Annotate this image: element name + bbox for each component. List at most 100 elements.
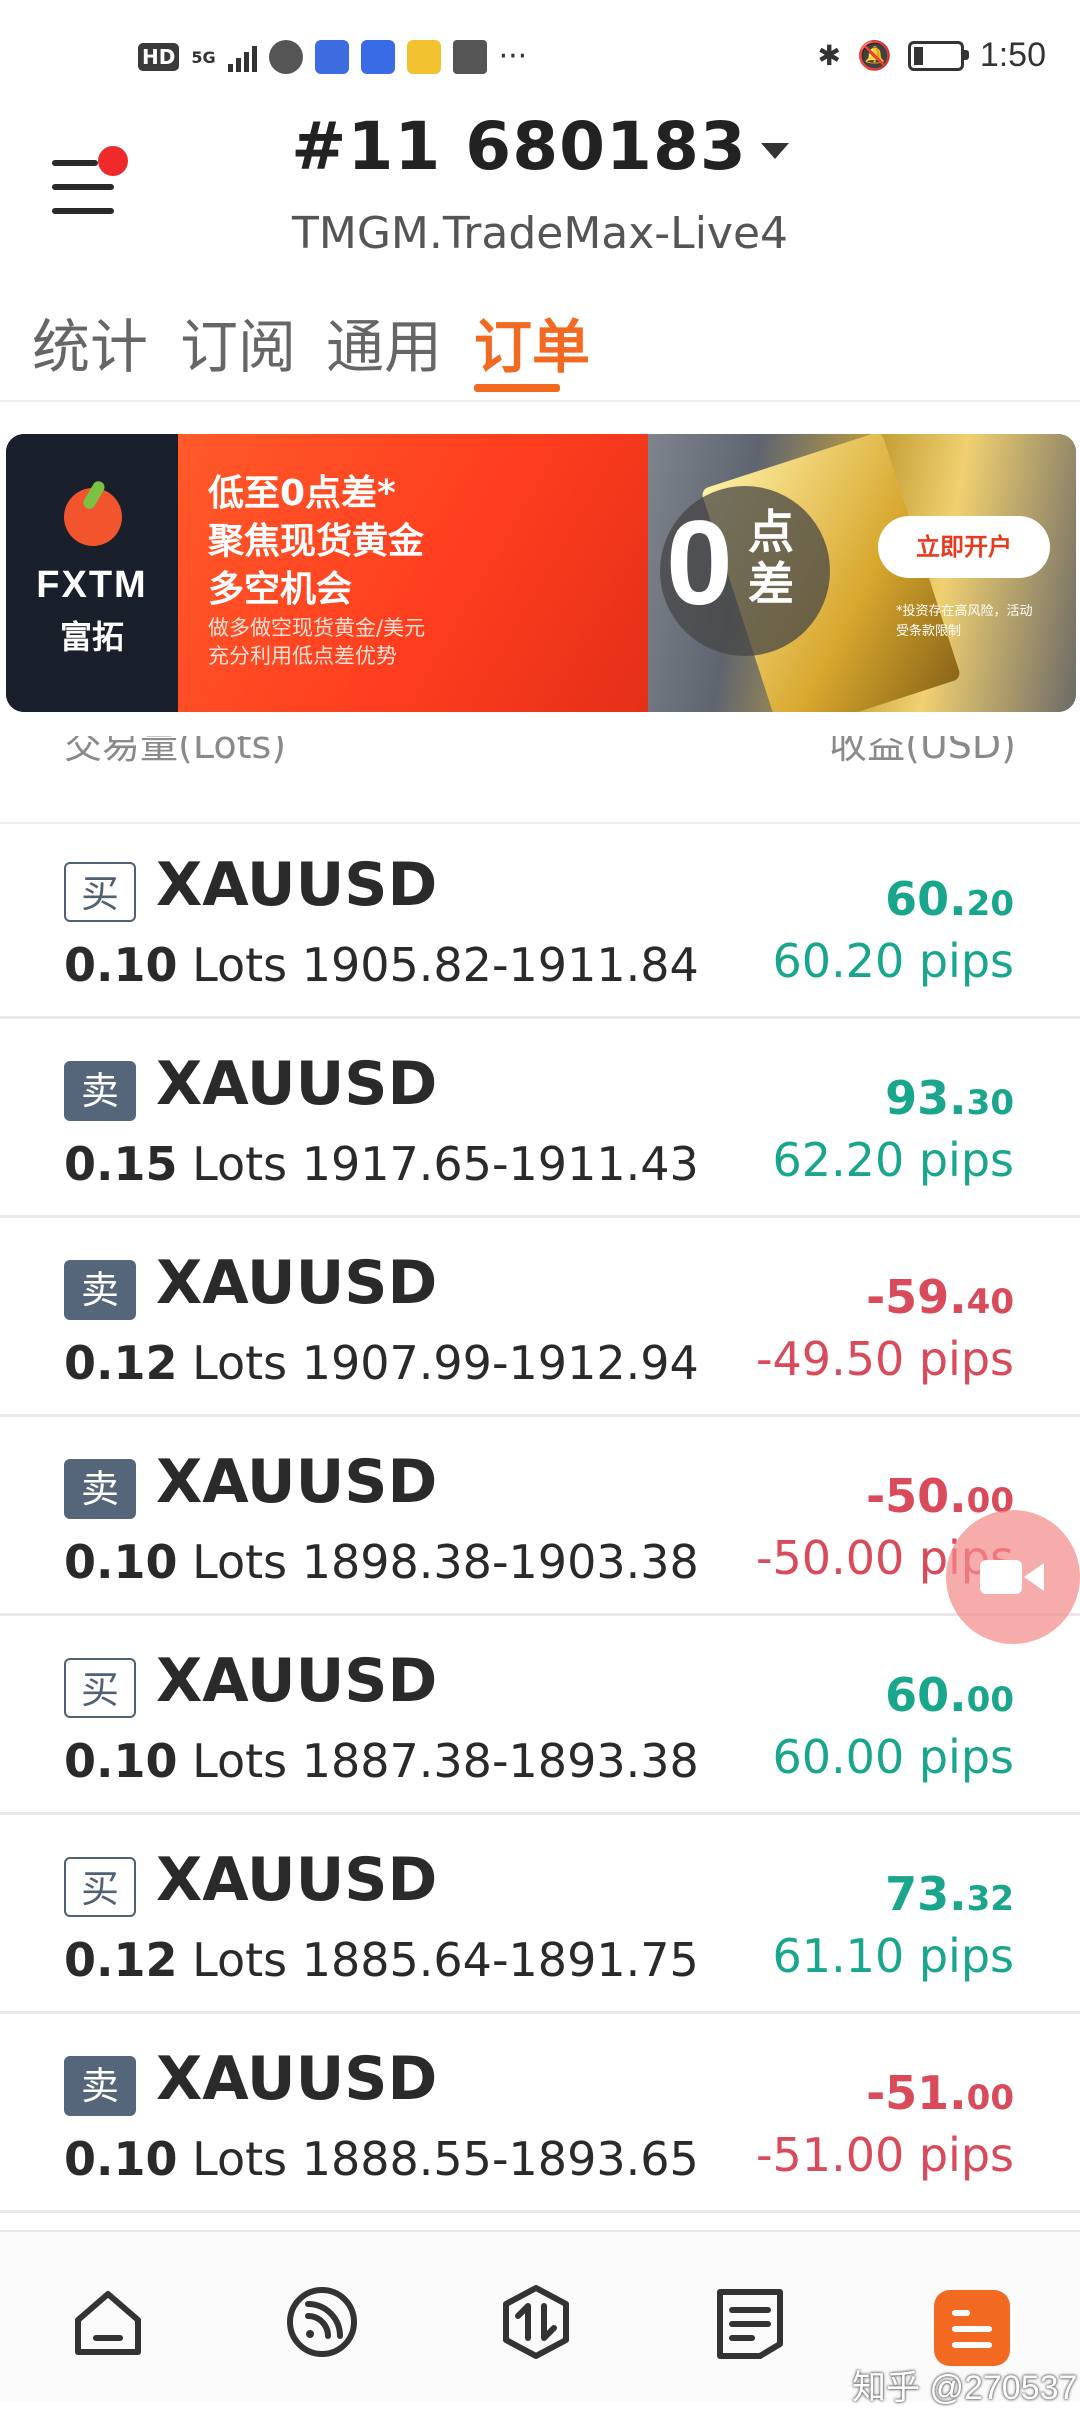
profit-int: 93.	[885, 1071, 967, 1125]
profit-dec: 32	[966, 1879, 1014, 1919]
order-lots: 0.10	[64, 1734, 178, 1788]
order-row[interactable]: 卖 XAUUSD 0.12 Lots 1907.99-1912.94 -59.4…	[0, 1218, 1080, 1417]
order-symbol: XAUUSD	[156, 850, 438, 920]
order-profit: 93.30	[885, 1071, 1014, 1125]
account-selector[interactable]: #11 680183	[0, 108, 1080, 185]
document-icon	[717, 2289, 783, 2359]
signal-icon	[287, 2287, 357, 2357]
status-left: HD 5G ···	[138, 40, 527, 74]
brand-name-cn: 富拓	[59, 618, 124, 656]
side-badge: 买	[64, 1658, 136, 1718]
banner-subline: 充分利用低点差优势	[208, 644, 397, 668]
video-icon	[360, 40, 395, 74]
profit-int: 73.	[885, 1867, 967, 1921]
profit-int: -51.	[866, 2066, 967, 2120]
account-number: #11 680183	[291, 108, 747, 185]
tab-general[interactable]: 通用	[326, 300, 442, 384]
brand-name: FXTM	[36, 564, 148, 606]
signal-bars-icon	[227, 42, 257, 72]
price-range: 1888.55-1893.65	[301, 2132, 699, 2186]
order-symbol: XAUUSD	[156, 1845, 438, 1915]
order-profit: 60.20	[885, 872, 1014, 926]
nav-home[interactable]	[68, 2282, 148, 2362]
tab-orders[interactable]: 订单	[474, 300, 590, 384]
order-row[interactable]: 卖 XAUUSD 0.15 Lots 1917.65-1911.43 93.30…	[0, 1019, 1080, 1218]
open-account-button[interactable]: 立即开户	[878, 516, 1050, 578]
price-range: 1907.99-1912.94	[301, 1336, 699, 1390]
more-notifications: ···	[498, 39, 528, 74]
globe-icon	[268, 40, 303, 74]
price-range: 1898.38-1903.38	[301, 1535, 699, 1589]
lots-unit: Lots	[192, 1734, 288, 1788]
banner-line: 多空机会	[208, 569, 353, 610]
zero-spread-label: 点差	[748, 505, 794, 611]
price-range: 1905.82-1911.84	[301, 938, 699, 992]
tab-active-indicator	[474, 384, 560, 392]
order-pips: 62.20 pips	[772, 1133, 1014, 1187]
order-symbol: XAUUSD	[156, 1447, 438, 1517]
order-row[interactable]: 买 XAUUSD 0.10 Lots 1887.38-1893.38 60.00…	[0, 1616, 1080, 1815]
side-badge: 卖	[64, 2056, 136, 2116]
profit-dec: 40	[966, 1282, 1014, 1322]
nav-signals[interactable]	[282, 2282, 362, 2362]
order-row[interactable]: 卖 XAUUSD 0.10 Lots 1888.55-1893.65 -51.0…	[0, 2014, 1080, 2213]
order-details: 0.10 Lots 1888.55-1893.65	[64, 2132, 699, 2186]
order-pips: 60.20 pips	[772, 934, 1014, 988]
profit-dec: 00	[966, 2078, 1014, 2118]
price-range: 1917.65-1911.43	[301, 1137, 699, 1191]
status-bar: HD 5G ··· ✱ 🔕 1:50	[0, 0, 1080, 120]
mail-icon	[406, 40, 441, 74]
order-profit: -59.40	[866, 1270, 1014, 1324]
side-badge: 买	[64, 1857, 136, 1917]
caret-down-icon	[760, 142, 789, 159]
lots-unit: Lots	[192, 1933, 288, 1987]
profit-int: 60.	[885, 1668, 967, 1722]
order-lots: 0.10	[64, 1535, 178, 1589]
banner-copy: 低至0点差* 聚焦现货黄金 多空机会 做多做空现货黄金/美元 充分利用低点差优势	[178, 434, 648, 712]
order-row[interactable]: 买 XAUUSD 0.12 Lots 1885.64-1891.75 73.32…	[0, 1815, 1080, 2014]
server-name: TMGM.TradeMax-Live4	[291, 208, 789, 259]
side-badge: 卖	[64, 1260, 136, 1320]
hd-icon: HD	[138, 43, 180, 71]
tab-stats[interactable]: 统计	[32, 300, 148, 384]
order-list: 买 XAUUSD 0.10 Lots 1905.82-1911.84 60.20…	[0, 820, 1080, 2213]
order-lots: 0.15	[64, 1137, 178, 1191]
list-header: 交易量(Lots) 收益(USD)	[0, 736, 1080, 824]
zero-spread-number: 0	[666, 496, 733, 630]
status-right: ✱ 🔕 1:50	[817, 36, 1046, 75]
column-volume: 交易量(Lots)	[64, 736, 287, 767]
fxtm-logo: FXTM 富拓	[6, 434, 178, 712]
tab-subscriptions[interactable]: 订阅	[180, 300, 296, 384]
order-profit: 73.32	[885, 1867, 1014, 1921]
ad-banner[interactable]: FXTM 富拓 低至0点差* 聚焦现货黄金 多空机会 做多做空现货黄金/美元 充…	[6, 434, 1076, 712]
order-details: 0.10 Lots 1898.38-1903.38	[64, 1535, 699, 1589]
profile-icon-line	[952, 2342, 992, 2348]
mute-bell-icon: 🔕	[856, 40, 892, 71]
order-symbol: XAUUSD	[156, 1646, 438, 1716]
nav-trade[interactable]	[496, 2282, 576, 2362]
lots-unit: Lots	[192, 1137, 288, 1191]
order-lots: 0.12	[64, 1336, 178, 1390]
order-row[interactable]: 卖 XAUUSD 0.10 Lots 1898.38-1903.38 -50. 0…	[0, 1417, 1080, 1616]
lots-unit: Lots	[192, 1535, 288, 1589]
network-type: 5G	[191, 47, 216, 67]
nav-profile[interactable]	[934, 2290, 1010, 2366]
column-profit: 收益(USD)	[829, 736, 1016, 767]
banner-disclaimer: *投资存在高风险，活动受条款限制	[896, 604, 1033, 639]
profit-dec: 00	[966, 1680, 1014, 1720]
nav-orders[interactable]	[710, 2282, 790, 2362]
order-symbol: XAUUSD	[156, 1248, 438, 1318]
clock: 1:50	[979, 36, 1046, 74]
order-lots: 0.12	[64, 1933, 178, 1987]
order-details: 0.12 Lots 1885.64-1891.75	[64, 1933, 699, 1987]
banner-subline: 做多做空现货黄金/美元	[208, 616, 426, 640]
bluetooth-icon: ✱	[817, 40, 841, 71]
order-pips: 61.10 pips	[772, 1929, 1014, 1983]
order-pips: -51.00 pips	[755, 2128, 1014, 2182]
order-details: 0.10 Lots 1905.82-1911.84	[64, 938, 699, 992]
order-row[interactable]: 买 XAUUSD 0.10 Lots 1905.82-1911.84 60.20…	[0, 820, 1080, 1019]
screen-record-button[interactable]	[946, 1510, 1080, 1644]
order-symbol: XAUUSD	[156, 1049, 438, 1119]
lots-unit: Lots	[192, 1336, 288, 1390]
battery-icon	[907, 40, 969, 71]
